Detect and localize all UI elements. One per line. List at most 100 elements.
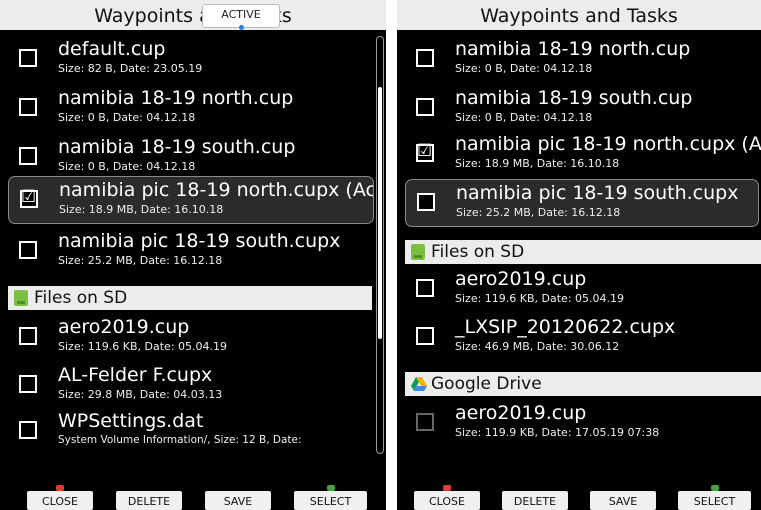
list-item[interactable]: ☑ namibia pic 18-19 north.cupx (Acti Siz…	[405, 131, 761, 177]
delete-button-label: DELETE	[127, 495, 171, 508]
file-name: namibia 18-19 south.cup	[58, 136, 296, 158]
file-meta: Size: 0 B, Date: 04.12.18	[58, 160, 196, 173]
sd-card-icon	[14, 290, 28, 306]
active-badge-label: ACTIVE	[221, 8, 261, 21]
list-item[interactable]: namibia 18-19 south.cup Size: 0 B, Date:…	[405, 85, 761, 131]
list-item[interactable]: namibia pic 18-19 south.cupx Size: 25.2 …	[8, 228, 370, 274]
delete-button[interactable]: DELETE	[116, 491, 182, 510]
checkbox-checked[interactable]: ☑	[416, 141, 434, 162]
file-meta: Size: 18.9 MB, Date: 16.10.18	[59, 203, 224, 216]
active-indicator-icon	[239, 25, 244, 30]
section-label: Files on SD	[431, 242, 525, 262]
file-meta: Size: 119.6 KB, Date: 05.04.19	[58, 340, 228, 353]
file-name: _LXSIP_20120622.cupx	[455, 316, 676, 338]
close-button-label: CLOSE	[428, 495, 465, 508]
section-header-sd: Files on SD	[8, 286, 372, 310]
list-item[interactable]: aero2019.cup Size: 119.6 KB, Date: 05.04…	[405, 266, 761, 312]
right-panel: Waypoints and Tasks namibia 18-19 north.…	[397, 0, 761, 510]
file-name: namibia 18-19 north.cup	[58, 87, 294, 109]
checkbox[interactable]	[19, 421, 37, 439]
list-item[interactable]: aero2019.cup Size: 119.9 KB, Date: 17.05…	[405, 400, 761, 446]
file-name: namibia 18-19 south.cup	[455, 87, 693, 109]
list-item[interactable]: namibia 18-19 north.cup Size: 0 B, Date:…	[8, 85, 370, 131]
file-meta: Size: 0 B, Date: 04.12.18	[58, 111, 196, 124]
checkbox-checked[interactable]: ☑	[20, 187, 38, 208]
list-item[interactable]: namibia 18-19 north.cup Size: 0 B, Date:…	[405, 36, 761, 82]
list-item[interactable]: default.cup Size: 82 B, Date: 23.05.19	[8, 36, 370, 82]
select-button-label: SELECT	[309, 495, 352, 508]
file-meta: Size: 0 B, Date: 04.12.18	[455, 62, 593, 75]
scrollbar[interactable]	[376, 36, 384, 454]
checkbox[interactable]	[416, 327, 434, 345]
file-meta: Size: 119.6 KB, Date: 05.04.19	[455, 292, 625, 305]
checkbox-checked-icon: ☑	[21, 187, 37, 207]
close-button-label: CLOSE	[41, 495, 78, 508]
checkbox-checked-icon: ☑	[417, 141, 433, 161]
list-item[interactable]: WPSettings.dat System Volume Information…	[8, 408, 370, 454]
file-meta: Size: 25.2 MB, Date: 16.12.18	[58, 254, 223, 267]
close-icon	[56, 485, 64, 491]
delete-button[interactable]: DELETE	[502, 491, 568, 510]
close-button[interactable]: CLOSE	[414, 485, 480, 510]
file-name: namibia pic 18-19 south.cupx	[456, 182, 739, 204]
file-meta: Size: 82 B, Date: 23.05.19	[58, 62, 203, 75]
file-name: default.cup	[58, 38, 166, 60]
sd-card-icon	[411, 244, 425, 260]
file-meta: Size: 46.9 MB, Date: 30.06.12	[455, 340, 620, 353]
save-button[interactable]: SAVE	[205, 491, 271, 510]
checkbox[interactable]	[19, 49, 37, 67]
file-name: namibia 18-19 north.cup	[455, 38, 691, 60]
checkbox[interactable]	[416, 98, 434, 116]
list-item-selected[interactable]: namibia pic 18-19 south.cupx Size: 25.2 …	[405, 179, 759, 227]
checkbox[interactable]	[417, 193, 435, 211]
select-icon	[326, 485, 335, 491]
checkbox[interactable]	[19, 98, 37, 116]
file-meta: Size: 0 B, Date: 04.12.18	[455, 111, 593, 124]
file-name: AL-Felder F.cupx	[58, 364, 213, 386]
page-title: Waypoints and Tasks	[480, 5, 678, 27]
active-tab-badge[interactable]: ACTIVE	[202, 4, 280, 30]
left-panel: Waypoints and Tasks ACTIVE default.cup S…	[0, 0, 386, 510]
file-name: aero2019.cup	[455, 268, 587, 290]
list-item[interactable]: aero2019.cup Size: 119.6 KB, Date: 05.04…	[8, 314, 370, 360]
list-item[interactable]: namibia 18-19 south.cup Size: 0 B, Date:…	[8, 134, 370, 180]
file-meta: Size: 29.8 MB, Date: 04.03.13	[58, 388, 223, 401]
section-label: Google Drive	[431, 374, 542, 394]
list-item-selected[interactable]: ☑ namibia pic 18-19 north.cupx (Acti Siz…	[8, 176, 374, 224]
save-button-label: SAVE	[608, 495, 638, 508]
file-name: aero2019.cup	[58, 316, 190, 338]
file-meta: Size: 25.2 MB, Date: 16.12.18	[456, 206, 621, 219]
save-button[interactable]: SAVE	[590, 491, 656, 510]
list-item[interactable]: _LXSIP_20120622.cupx Size: 46.9 MB, Date…	[405, 314, 761, 360]
delete-button-label: DELETE	[513, 495, 557, 508]
file-meta: Size: 18.9 MB, Date: 16.10.18	[455, 157, 620, 170]
file-meta: Size: 119.9 KB, Date: 17.05.19 07:38	[455, 426, 660, 439]
select-button-label: SELECT	[693, 495, 736, 508]
section-header-drive: Google Drive	[405, 372, 761, 396]
scrollbar-thumb[interactable]	[378, 87, 382, 339]
checkbox[interactable]	[19, 241, 37, 259]
file-meta: System Volume Information/, Size: 12 B, …	[58, 434, 302, 446]
list-item[interactable]: AL-Felder F.cupx Size: 29.8 MB, Date: 04…	[8, 362, 370, 408]
select-button[interactable]: SELECT	[678, 485, 751, 510]
checkbox[interactable]	[416, 49, 434, 67]
file-name: WPSettings.dat	[58, 410, 204, 432]
close-button[interactable]: CLOSE	[27, 485, 93, 510]
file-name: namibia pic 18-19 north.cupx (Acti	[455, 133, 761, 155]
title-bar: Waypoints and Tasks ACTIVE	[0, 0, 386, 30]
checkbox[interactable]	[19, 327, 37, 345]
checkbox[interactable]	[19, 147, 37, 165]
section-label: Files on SD	[34, 288, 128, 308]
checkbox[interactable]	[19, 375, 37, 393]
section-header-sd: Files on SD	[405, 240, 761, 264]
checkbox[interactable]	[416, 279, 434, 297]
save-button-label: SAVE	[223, 495, 253, 508]
select-button[interactable]: SELECT	[294, 485, 367, 510]
file-name: namibia pic 18-19 north.cupx (Acti	[59, 179, 373, 201]
select-icon	[710, 485, 719, 491]
file-name: namibia pic 18-19 south.cupx	[58, 230, 341, 252]
checkbox[interactable]	[416, 413, 434, 431]
file-name: aero2019.cup	[455, 402, 587, 424]
close-icon	[443, 485, 451, 491]
title-bar: Waypoints and Tasks	[397, 0, 761, 30]
